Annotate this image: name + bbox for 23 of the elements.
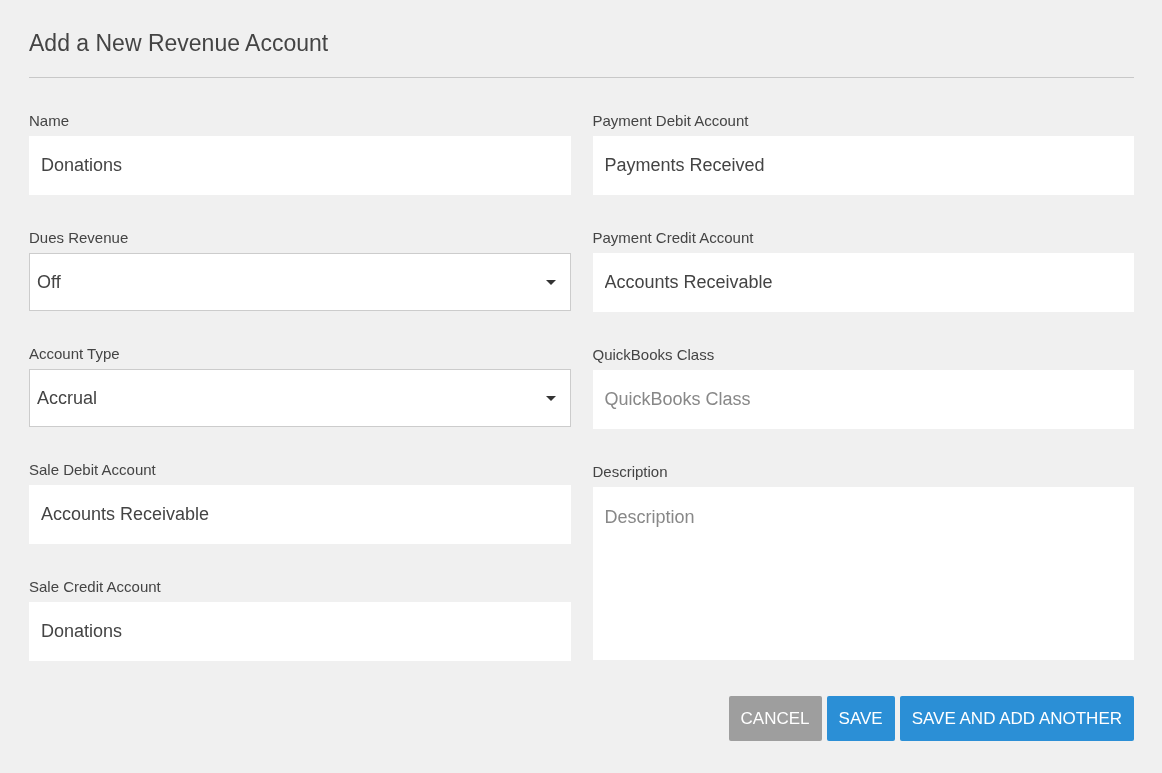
caret-icon: [545, 279, 556, 285]
field-label: Sale Credit Account: [29, 578, 161, 595]
select-field[interactable]: Off: [29, 253, 571, 311]
save-button[interactable]: SAVE: [826, 696, 895, 741]
field-label: Account Type: [29, 345, 120, 362]
input-field[interactable]: QuickBooks Class: [592, 370, 1134, 429]
input-field[interactable]: Donations: [29, 602, 571, 661]
field-label: Payment Credit Account: [592, 229, 754, 246]
field-label: Name: [29, 112, 69, 129]
field-label: Payment Debit Account: [592, 112, 749, 129]
input-field[interactable]: Accounts Receivable: [29, 485, 571, 544]
field-label: Dues Revenue: [29, 229, 129, 246]
field-label: QuickBooks Class: [592, 346, 715, 363]
caret-icon: [545, 395, 556, 401]
field-label: Description: [592, 463, 668, 480]
input-field[interactable]: Payments Received: [592, 136, 1134, 195]
field-label: Sale Debit Account: [29, 461, 156, 478]
textarea-field[interactable]: Description: [592, 487, 1134, 660]
select-field[interactable]: Accrual: [29, 369, 571, 427]
input-field[interactable]: Accounts Receivable: [592, 253, 1134, 312]
save-button[interactable]: SAVE AND ADD ANOTHER: [899, 696, 1134, 741]
input-field[interactable]: Donations: [29, 136, 571, 195]
form-title: Add a New Revenue Account: [29, 30, 329, 57]
